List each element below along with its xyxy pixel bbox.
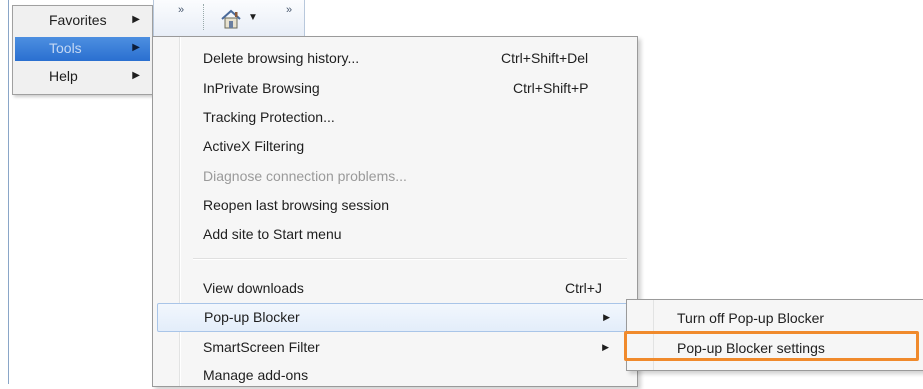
submenu-arrow-icon: ▶	[603, 312, 610, 322]
menu-item-diagnose-connection: Diagnose connection problems...	[157, 163, 631, 190]
menu-item-popup-blocker[interactable]: Pop-up Blocker ▶	[157, 303, 633, 332]
home-icon[interactable]	[220, 9, 242, 29]
menu-item-label: Delete browsing history...	[203, 50, 360, 66]
menu-item-label: Pop-up Blocker	[204, 309, 300, 325]
menu-item-label: Turn off Pop-up Blocker	[677, 310, 825, 326]
menu-help-label: Help	[49, 68, 78, 84]
menu-tools[interactable]: Tools ▶	[15, 37, 150, 61]
chevron-right-icon: ▶	[132, 70, 140, 81]
shortcut-label: Ctrl+J	[565, 280, 602, 296]
menu-item-reopen-last-session[interactable]: Reopen last browsing session	[157, 192, 631, 219]
menu-item-label: View downloads	[203, 280, 304, 296]
menu-tools-label: Tools	[49, 40, 82, 56]
menu-favorites-label: Favorites	[49, 12, 107, 28]
menu-item-label: InPrivate Browsing	[203, 80, 320, 96]
menu-help[interactable]: Help ▶	[15, 65, 150, 89]
menu-item-inprivate-browsing[interactable]: InPrivate Browsing Ctrl+Shift+P	[157, 75, 631, 102]
menu-item-view-downloads[interactable]: View downloads Ctrl+J	[157, 275, 631, 302]
menu-separator	[193, 258, 627, 260]
menu-item-label: ActiveX Filtering	[203, 138, 305, 154]
menu-item-label: Add site to Start menu	[203, 226, 342, 242]
menu-item-label: Diagnose connection problems...	[203, 168, 407, 184]
toolbar-overflow-right[interactable]: »	[286, 4, 292, 16]
menu-item-smartscreen-filter[interactable]: SmartScreen Filter ▶	[157, 334, 631, 361]
menu-item-label: Manage add-ons	[203, 367, 309, 383]
menu-item-label: Tracking Protection...	[203, 109, 335, 125]
menu-favorites[interactable]: Favorites ▶	[15, 9, 150, 33]
tools-dropdown-menu: Delete browsing history... Ctrl+Shift+De…	[152, 36, 638, 387]
submenu-arrow-icon: ▶	[602, 342, 609, 352]
shortcut-label: Ctrl+Shift+Del	[501, 50, 589, 66]
chevron-right-icon: ▶	[132, 14, 140, 25]
shortcut-label: Ctrl+Shift+P	[513, 80, 589, 96]
toolbar-separator	[203, 4, 205, 30]
menu-item-delete-browsing-history[interactable]: Delete browsing history... Ctrl+Shift+De…	[157, 45, 631, 72]
highlight-annotation-box	[624, 331, 919, 361]
chevron-right-icon: ▶	[132, 42, 140, 53]
menu-item-activex-filtering[interactable]: ActiveX Filtering	[157, 133, 631, 160]
command-bar: » ▼ »	[153, 0, 305, 37]
menu-item-label: Reopen last browsing session	[203, 197, 389, 213]
menu-item-turn-off-popup-blocker[interactable]: Turn off Pop-up Blocker	[630, 305, 920, 333]
toolbar-overflow-left[interactable]: »	[178, 4, 184, 16]
caret-down-icon[interactable]: ▼	[248, 12, 258, 23]
menu-bar: Favorites ▶ Tools ▶ Help ▶	[12, 5, 153, 95]
menu-item-add-site-to-start[interactable]: Add site to Start menu	[157, 221, 631, 248]
menu-item-tracking-protection[interactable]: Tracking Protection...	[157, 104, 631, 131]
menu-item-label: SmartScreen Filter	[203, 339, 320, 355]
